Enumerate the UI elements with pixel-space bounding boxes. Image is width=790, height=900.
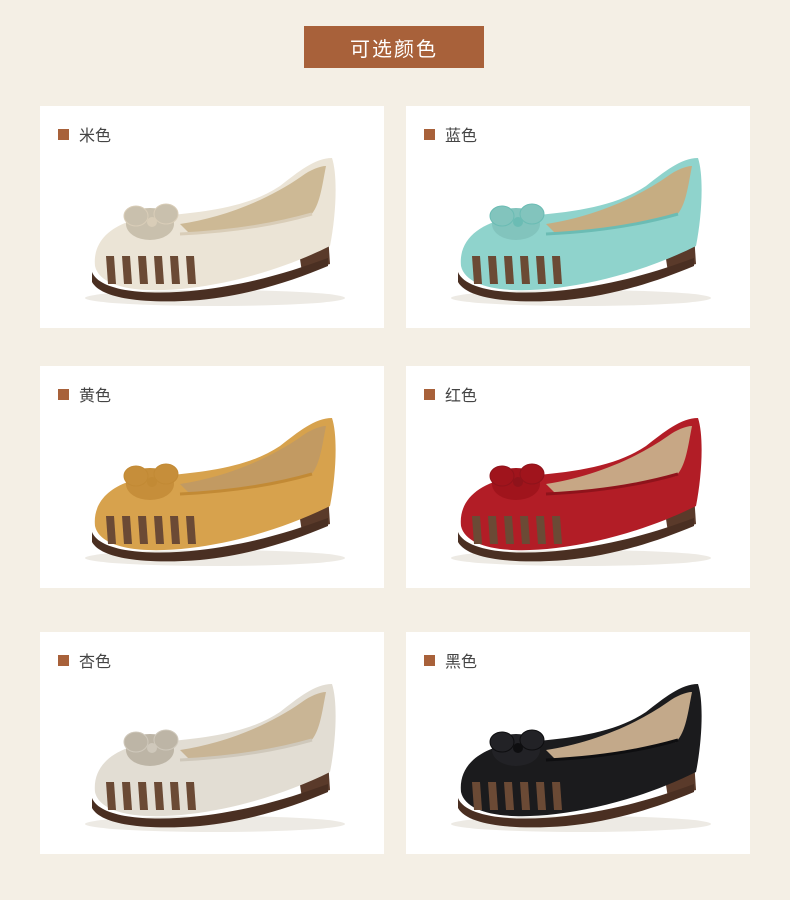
bow-center [513,477,523,487]
bow-center [513,217,523,227]
bow-petal [123,731,149,753]
bow-petal [153,203,179,225]
shoe-image [451,684,711,832]
bow-center [513,743,523,753]
bow-petal [123,465,149,487]
bow-petal [489,731,515,753]
shoe-image [85,418,345,566]
bow-petal [519,729,545,751]
bow-petal [519,203,545,225]
section-title: 可选颜色 [304,26,484,68]
bow-center [147,477,157,487]
shoe-image [451,418,711,566]
bow-petal [489,465,515,487]
color-card[interactable]: 黑色 [406,632,750,854]
color-card[interactable]: 黄色 [40,366,384,588]
bow-center [147,743,157,753]
bow-petal [519,463,545,485]
bow-center [147,217,157,227]
bow-petal [123,205,149,227]
color-card[interactable]: 红色 [406,366,750,588]
color-card[interactable]: 米色 [40,106,384,328]
color-card[interactable]: 杏色 [40,632,384,854]
bow-petal [153,729,179,751]
shoe-image [451,158,711,306]
shoe-image [85,684,345,832]
shoe-image [85,158,345,306]
bow-petal [153,463,179,485]
bow-petal [489,205,515,227]
color-card[interactable]: 蓝色 [406,106,750,328]
